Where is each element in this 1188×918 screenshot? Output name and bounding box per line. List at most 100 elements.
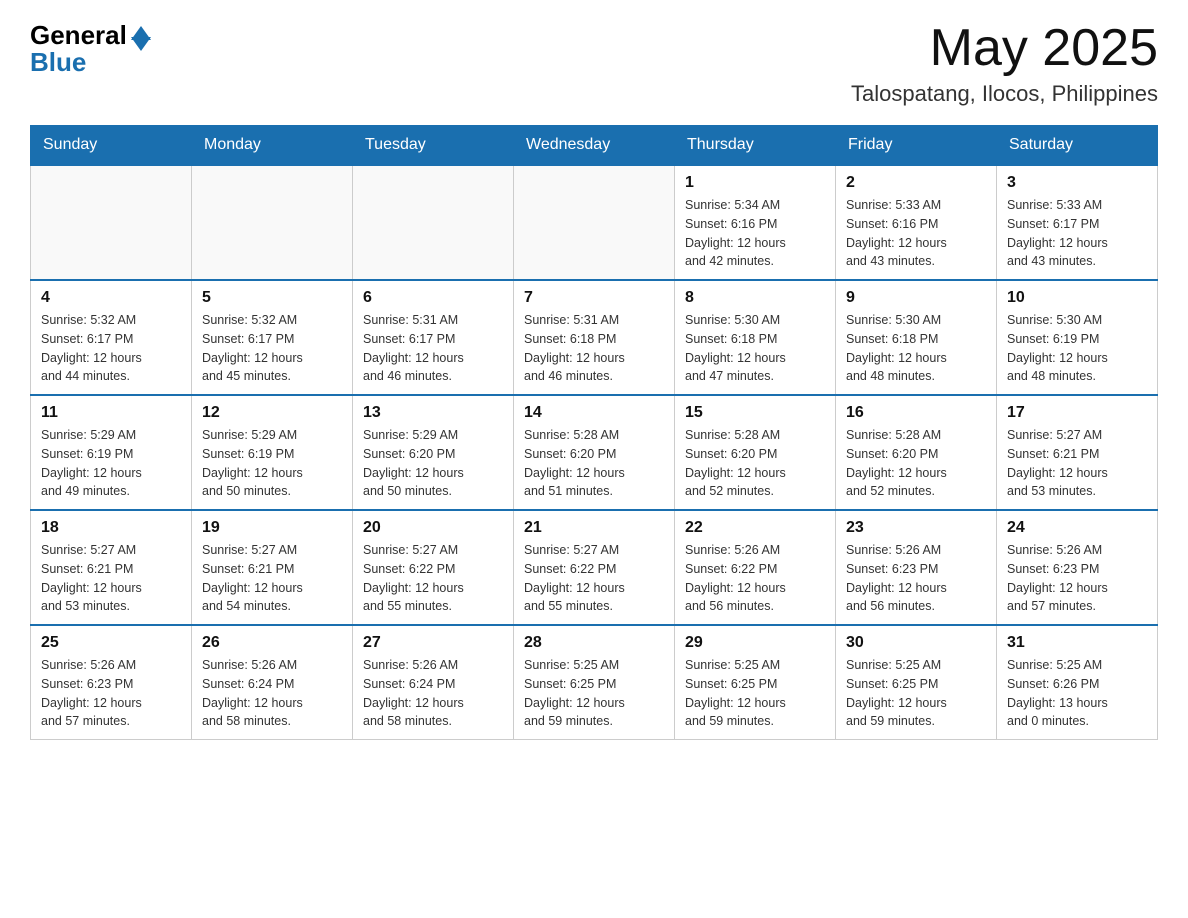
day-header-tuesday: Tuesday <box>353 126 514 166</box>
calendar-table: SundayMondayTuesdayWednesdayThursdayFrid… <box>30 125 1158 740</box>
day-info: Sunrise: 5:34 AM Sunset: 6:16 PM Dayligh… <box>685 196 825 271</box>
calendar-cell: 17 Sunrise: 5:27 AM Sunset: 6:21 PM Dayli… <box>997 395 1158 510</box>
day-header-thursday: Thursday <box>675 126 836 166</box>
day-number: 7 <box>524 289 664 307</box>
day-header-monday: Monday <box>192 126 353 166</box>
day-number: 13 <box>363 404 503 422</box>
day-number: 16 <box>846 404 986 422</box>
day-number: 24 <box>1007 519 1147 537</box>
day-number: 29 <box>685 634 825 652</box>
day-number: 11 <box>41 404 181 422</box>
day-info: Sunrise: 5:26 AM Sunset: 6:23 PM Dayligh… <box>846 541 986 616</box>
day-info: Sunrise: 5:30 AM Sunset: 6:19 PM Dayligh… <box>1007 311 1147 386</box>
day-number: 5 <box>202 289 342 307</box>
calendar-cell: 20 Sunrise: 5:27 AM Sunset: 6:22 PM Dayli… <box>353 510 514 625</box>
day-number: 19 <box>202 519 342 537</box>
calendar-cell: 3 Sunrise: 5:33 AM Sunset: 6:17 PM Daylig… <box>997 165 1158 280</box>
calendar-cell: 15 Sunrise: 5:28 AM Sunset: 6:20 PM Dayli… <box>675 395 836 510</box>
calendar-cell: 25 Sunrise: 5:26 AM Sunset: 6:23 PM Dayli… <box>31 625 192 740</box>
calendar-cell: 24 Sunrise: 5:26 AM Sunset: 6:23 PM Dayli… <box>997 510 1158 625</box>
calendar-cell: 19 Sunrise: 5:27 AM Sunset: 6:21 PM Dayli… <box>192 510 353 625</box>
day-info: Sunrise: 5:31 AM Sunset: 6:17 PM Dayligh… <box>363 311 503 386</box>
day-number: 3 <box>1007 174 1147 192</box>
day-number: 26 <box>202 634 342 652</box>
day-number: 12 <box>202 404 342 422</box>
day-info: Sunrise: 5:29 AM Sunset: 6:19 PM Dayligh… <box>41 426 181 501</box>
calendar-cell: 27Sunrise: 5:26 AM Sunset: 6:24 PM Dayli… <box>353 625 514 740</box>
day-info: Sunrise: 5:28 AM Sunset: 6:20 PM Dayligh… <box>524 426 664 501</box>
week-row-4: 18 Sunrise: 5:27 AM Sunset: 6:21 PM Dayli… <box>31 510 1158 625</box>
calendar-cell: 22 Sunrise: 5:26 AM Sunset: 6:22 PM Dayli… <box>675 510 836 625</box>
calendar-cell: 31 Sunrise: 5:25 AM Sunset: 6:26 PM Dayli… <box>997 625 1158 740</box>
day-header-wednesday: Wednesday <box>514 126 675 166</box>
calendar-cell <box>514 165 675 280</box>
day-info: Sunrise: 5:31 AM Sunset: 6:18 PM Dayligh… <box>524 311 664 386</box>
day-info: Sunrise: 5:25 AM Sunset: 6:25 PM Dayligh… <box>524 656 664 731</box>
calendar-cell: 4Sunrise: 5:32 AM Sunset: 6:17 PM Daylig… <box>31 280 192 395</box>
day-number: 8 <box>685 289 825 307</box>
day-info: Sunrise: 5:26 AM Sunset: 6:22 PM Dayligh… <box>685 541 825 616</box>
month-year-title: May 2025 <box>851 20 1158 77</box>
calendar-cell: 9 Sunrise: 5:30 AM Sunset: 6:18 PM Daylig… <box>836 280 997 395</box>
calendar-cell: 6Sunrise: 5:31 AM Sunset: 6:17 PM Daylig… <box>353 280 514 395</box>
day-info: Sunrise: 5:25 AM Sunset: 6:25 PM Dayligh… <box>846 656 986 731</box>
calendar-cell <box>31 165 192 280</box>
day-number: 20 <box>363 519 503 537</box>
day-number: 2 <box>846 174 986 192</box>
calendar-cell: 16 Sunrise: 5:28 AM Sunset: 6:20 PM Dayli… <box>836 395 997 510</box>
logo: General Blue <box>30 20 151 78</box>
calendar-cell: 29 Sunrise: 5:25 AM Sunset: 6:25 PM Dayli… <box>675 625 836 740</box>
day-info: Sunrise: 5:26 AM Sunset: 6:23 PM Dayligh… <box>41 656 181 731</box>
day-number: 30 <box>846 634 986 652</box>
day-number: 14 <box>524 404 664 422</box>
calendar-cell: 21Sunrise: 5:27 AM Sunset: 6:22 PM Dayli… <box>514 510 675 625</box>
calendar-cell: 30 Sunrise: 5:25 AM Sunset: 6:25 PM Dayli… <box>836 625 997 740</box>
day-number: 17 <box>1007 404 1147 422</box>
calendar-cell: 14 Sunrise: 5:28 AM Sunset: 6:20 PM Dayli… <box>514 395 675 510</box>
calendar-cell: 5 Sunrise: 5:32 AM Sunset: 6:17 PM Daylig… <box>192 280 353 395</box>
day-number: 25 <box>41 634 181 652</box>
day-info: Sunrise: 5:30 AM Sunset: 6:18 PM Dayligh… <box>685 311 825 386</box>
day-info: Sunrise: 5:27 AM Sunset: 6:22 PM Dayligh… <box>524 541 664 616</box>
logo-blue-text: Blue <box>30 47 86 78</box>
day-info: Sunrise: 5:29 AM Sunset: 6:20 PM Dayligh… <box>363 426 503 501</box>
week-row-2: 4 Sunrise: 5:32 AM Sunset: 6:17 PM Daylig… <box>31 280 1158 395</box>
day-number: 4 <box>41 289 181 307</box>
calendar-cell: 28 Sunrise: 5:25 AM Sunset: 6:25 PM Dayli… <box>514 625 675 740</box>
day-info: Sunrise: 5:27 AM Sunset: 6:21 PM Dayligh… <box>1007 426 1147 501</box>
day-number: 15 <box>685 404 825 422</box>
day-info: Sunrise: 5:26 AM Sunset: 6:23 PM Dayligh… <box>1007 541 1147 616</box>
title-area: May 2025 Talospatang, Ilocos, Philippine… <box>851 20 1158 107</box>
week-row-3: 11 Sunrise: 5:29 AM Sunset: 6:19 PM Dayli… <box>31 395 1158 510</box>
day-info: Sunrise: 5:30 AM Sunset: 6:18 PM Dayligh… <box>846 311 986 386</box>
day-info: Sunrise: 5:32 AM Sunset: 6:17 PM Dayligh… <box>202 311 342 386</box>
day-info: Sunrise: 5:29 AM Sunset: 6:19 PM Dayligh… <box>202 426 342 501</box>
day-header-friday: Friday <box>836 126 997 166</box>
day-number: 18 <box>41 519 181 537</box>
day-number: 10 <box>1007 289 1147 307</box>
day-header-sunday: Sunday <box>31 126 192 166</box>
week-row-1: 1Sunrise: 5:34 AM Sunset: 6:16 PM Daylig… <box>31 165 1158 280</box>
location-subtitle: Talospatang, Ilocos, Philippines <box>851 81 1158 107</box>
day-info: Sunrise: 5:26 AM Sunset: 6:24 PM Dayligh… <box>202 656 342 731</box>
day-info: Sunrise: 5:28 AM Sunset: 6:20 PM Dayligh… <box>846 426 986 501</box>
day-info: Sunrise: 5:27 AM Sunset: 6:21 PM Dayligh… <box>202 541 342 616</box>
day-info: Sunrise: 5:25 AM Sunset: 6:25 PM Dayligh… <box>685 656 825 731</box>
day-number: 9 <box>846 289 986 307</box>
day-number: 28 <box>524 634 664 652</box>
calendar-cell: 11 Sunrise: 5:29 AM Sunset: 6:19 PM Dayli… <box>31 395 192 510</box>
day-number: 22 <box>685 519 825 537</box>
day-info: Sunrise: 5:28 AM Sunset: 6:20 PM Dayligh… <box>685 426 825 501</box>
day-info: Sunrise: 5:33 AM Sunset: 6:17 PM Dayligh… <box>1007 196 1147 271</box>
day-number: 31 <box>1007 634 1147 652</box>
day-header-saturday: Saturday <box>997 126 1158 166</box>
day-info: Sunrise: 5:33 AM Sunset: 6:16 PM Dayligh… <box>846 196 986 271</box>
day-headers-row: SundayMondayTuesdayWednesdayThursdayFrid… <box>31 126 1158 166</box>
calendar-cell: 7 Sunrise: 5:31 AM Sunset: 6:18 PM Daylig… <box>514 280 675 395</box>
day-info: Sunrise: 5:25 AM Sunset: 6:26 PM Dayligh… <box>1007 656 1147 731</box>
day-number: 23 <box>846 519 986 537</box>
day-info: Sunrise: 5:27 AM Sunset: 6:22 PM Dayligh… <box>363 541 503 616</box>
calendar-cell: 13 Sunrise: 5:29 AM Sunset: 6:20 PM Dayli… <box>353 395 514 510</box>
week-row-5: 25 Sunrise: 5:26 AM Sunset: 6:23 PM Dayli… <box>31 625 1158 740</box>
calendar-cell: 18Sunrise: 5:27 AM Sunset: 6:21 PM Dayli… <box>31 510 192 625</box>
